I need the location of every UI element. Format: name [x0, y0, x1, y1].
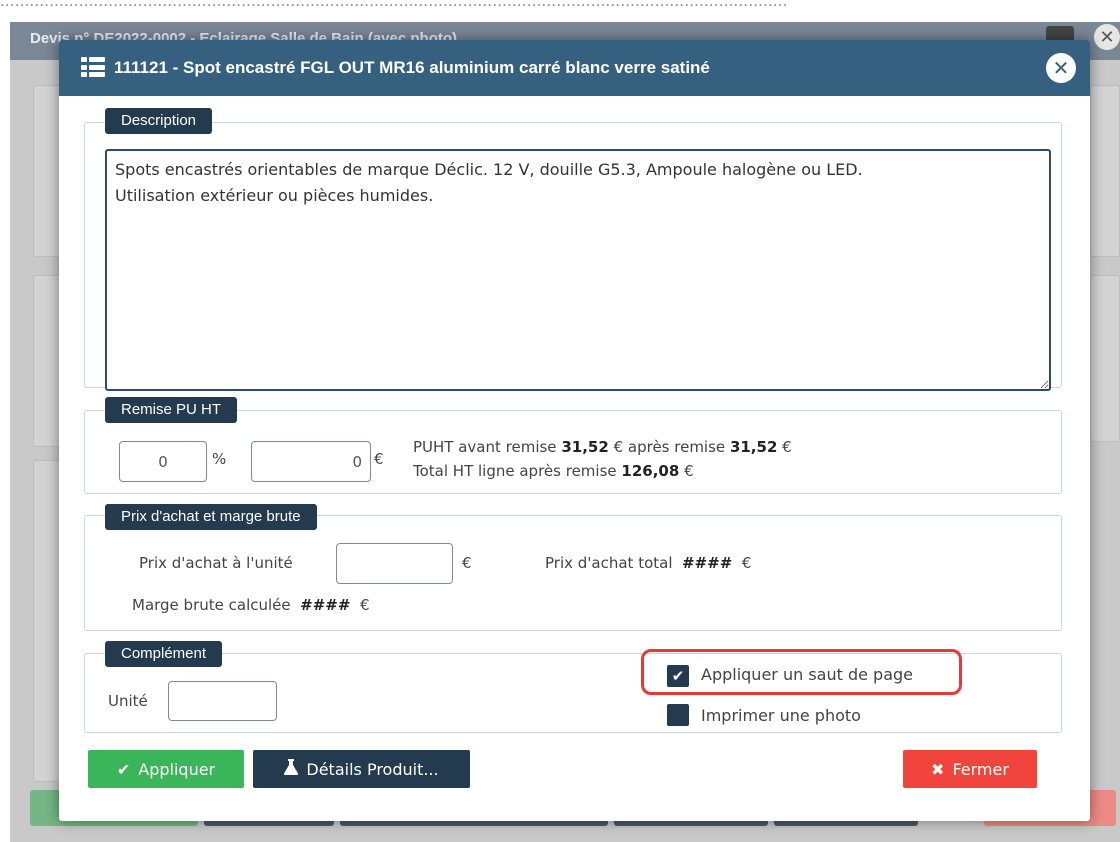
total-ht-value: 126,08: [621, 462, 680, 480]
total-summary-line: Total HT ligne après remise 126,08 €: [413, 462, 694, 480]
purchase-total-line: Prix d'achat total #### €: [545, 554, 751, 572]
discount-percent-input[interactable]: [119, 441, 207, 482]
background-panel: [1090, 85, 1120, 257]
euro-unit: €: [374, 450, 384, 468]
product-details-button-label: Détails Produit...: [306, 759, 439, 779]
discount-euro-input[interactable]: [251, 441, 371, 482]
purchase-legend: Prix d'achat et marge brute: [105, 504, 317, 530]
puht-after-currency: €: [782, 438, 792, 456]
percent-unit: %: [212, 450, 227, 468]
margin-currency: €: [360, 596, 370, 614]
print-photo-checkbox[interactable]: [667, 704, 689, 726]
background-cut-text: ........................................…: [0, 0, 1120, 22]
puht-before-currency: €: [613, 438, 624, 456]
remise-legend: Remise PU HT: [105, 397, 238, 423]
modal-header: 111121 - Spot encastré FGL OUT MR16 alum…: [59, 40, 1090, 96]
page-break-checkbox[interactable]: ✔: [667, 665, 689, 687]
apply-button-label: Appliquer: [138, 759, 216, 779]
margin-value: ####: [300, 596, 351, 614]
purchase-total-value: ####: [682, 554, 733, 572]
margin-label: Marge brute calculée: [132, 596, 291, 614]
background-cut-text-line: ........................................…: [0, 0, 788, 10]
print-photo-label[interactable]: Imprimer une photo: [701, 706, 861, 725]
page-break-label[interactable]: Appliquer un saut de page: [701, 665, 913, 684]
unit-label: Unité: [108, 692, 148, 710]
unit-price-currency: €: [462, 554, 472, 572]
modal-title: 111121 - Spot encastré FGL OUT MR16 alum…: [114, 58, 710, 77]
unit-input[interactable]: [168, 681, 277, 721]
unit-purchase-price-input[interactable]: [336, 543, 453, 584]
description-textarea[interactable]: Spots encastrés orientables de marque Dé…: [105, 149, 1051, 391]
close-button-label: Fermer: [952, 759, 1009, 779]
apply-button[interactable]: ✔ Appliquer: [88, 750, 244, 788]
close-button[interactable]: ✖ Fermer: [903, 750, 1037, 788]
purchase-total-currency: €: [741, 554, 752, 572]
total-ht-currency: €: [684, 462, 694, 480]
flask-icon: [284, 759, 299, 779]
close-icon[interactable]: ✕: [1046, 53, 1076, 83]
purchase-total-label: Prix d'achat total: [545, 554, 673, 572]
puht-before-label: PUHT avant remise: [413, 438, 557, 456]
list-icon: [81, 57, 105, 77]
product-details-button[interactable]: Détails Produit...: [253, 750, 470, 788]
total-ht-label: Total HT ligne après remise: [413, 462, 617, 480]
margin-line: Marge brute calculée #### €: [132, 596, 370, 614]
check-icon: ✔: [116, 759, 131, 779]
complement-legend: Complément: [105, 641, 223, 667]
close-x-icon: ✖: [931, 759, 945, 779]
unit-price-label: Prix d'achat à l'unité: [139, 554, 293, 572]
puht-after-value: 31,52: [729, 438, 778, 456]
background-panel: [1090, 275, 1120, 442]
product-line-modal: 111121 - Spot encastré FGL OUT MR16 alum…: [59, 40, 1090, 821]
puht-summary-line: PUHT avant remise 31,52 € après remise 3…: [413, 438, 792, 456]
description-legend: Description: [105, 108, 213, 134]
puht-after-label: après remise: [627, 438, 726, 456]
puht-before-value: 31,52: [561, 438, 609, 456]
background-close-icon[interactable]: ✕: [1094, 24, 1120, 50]
